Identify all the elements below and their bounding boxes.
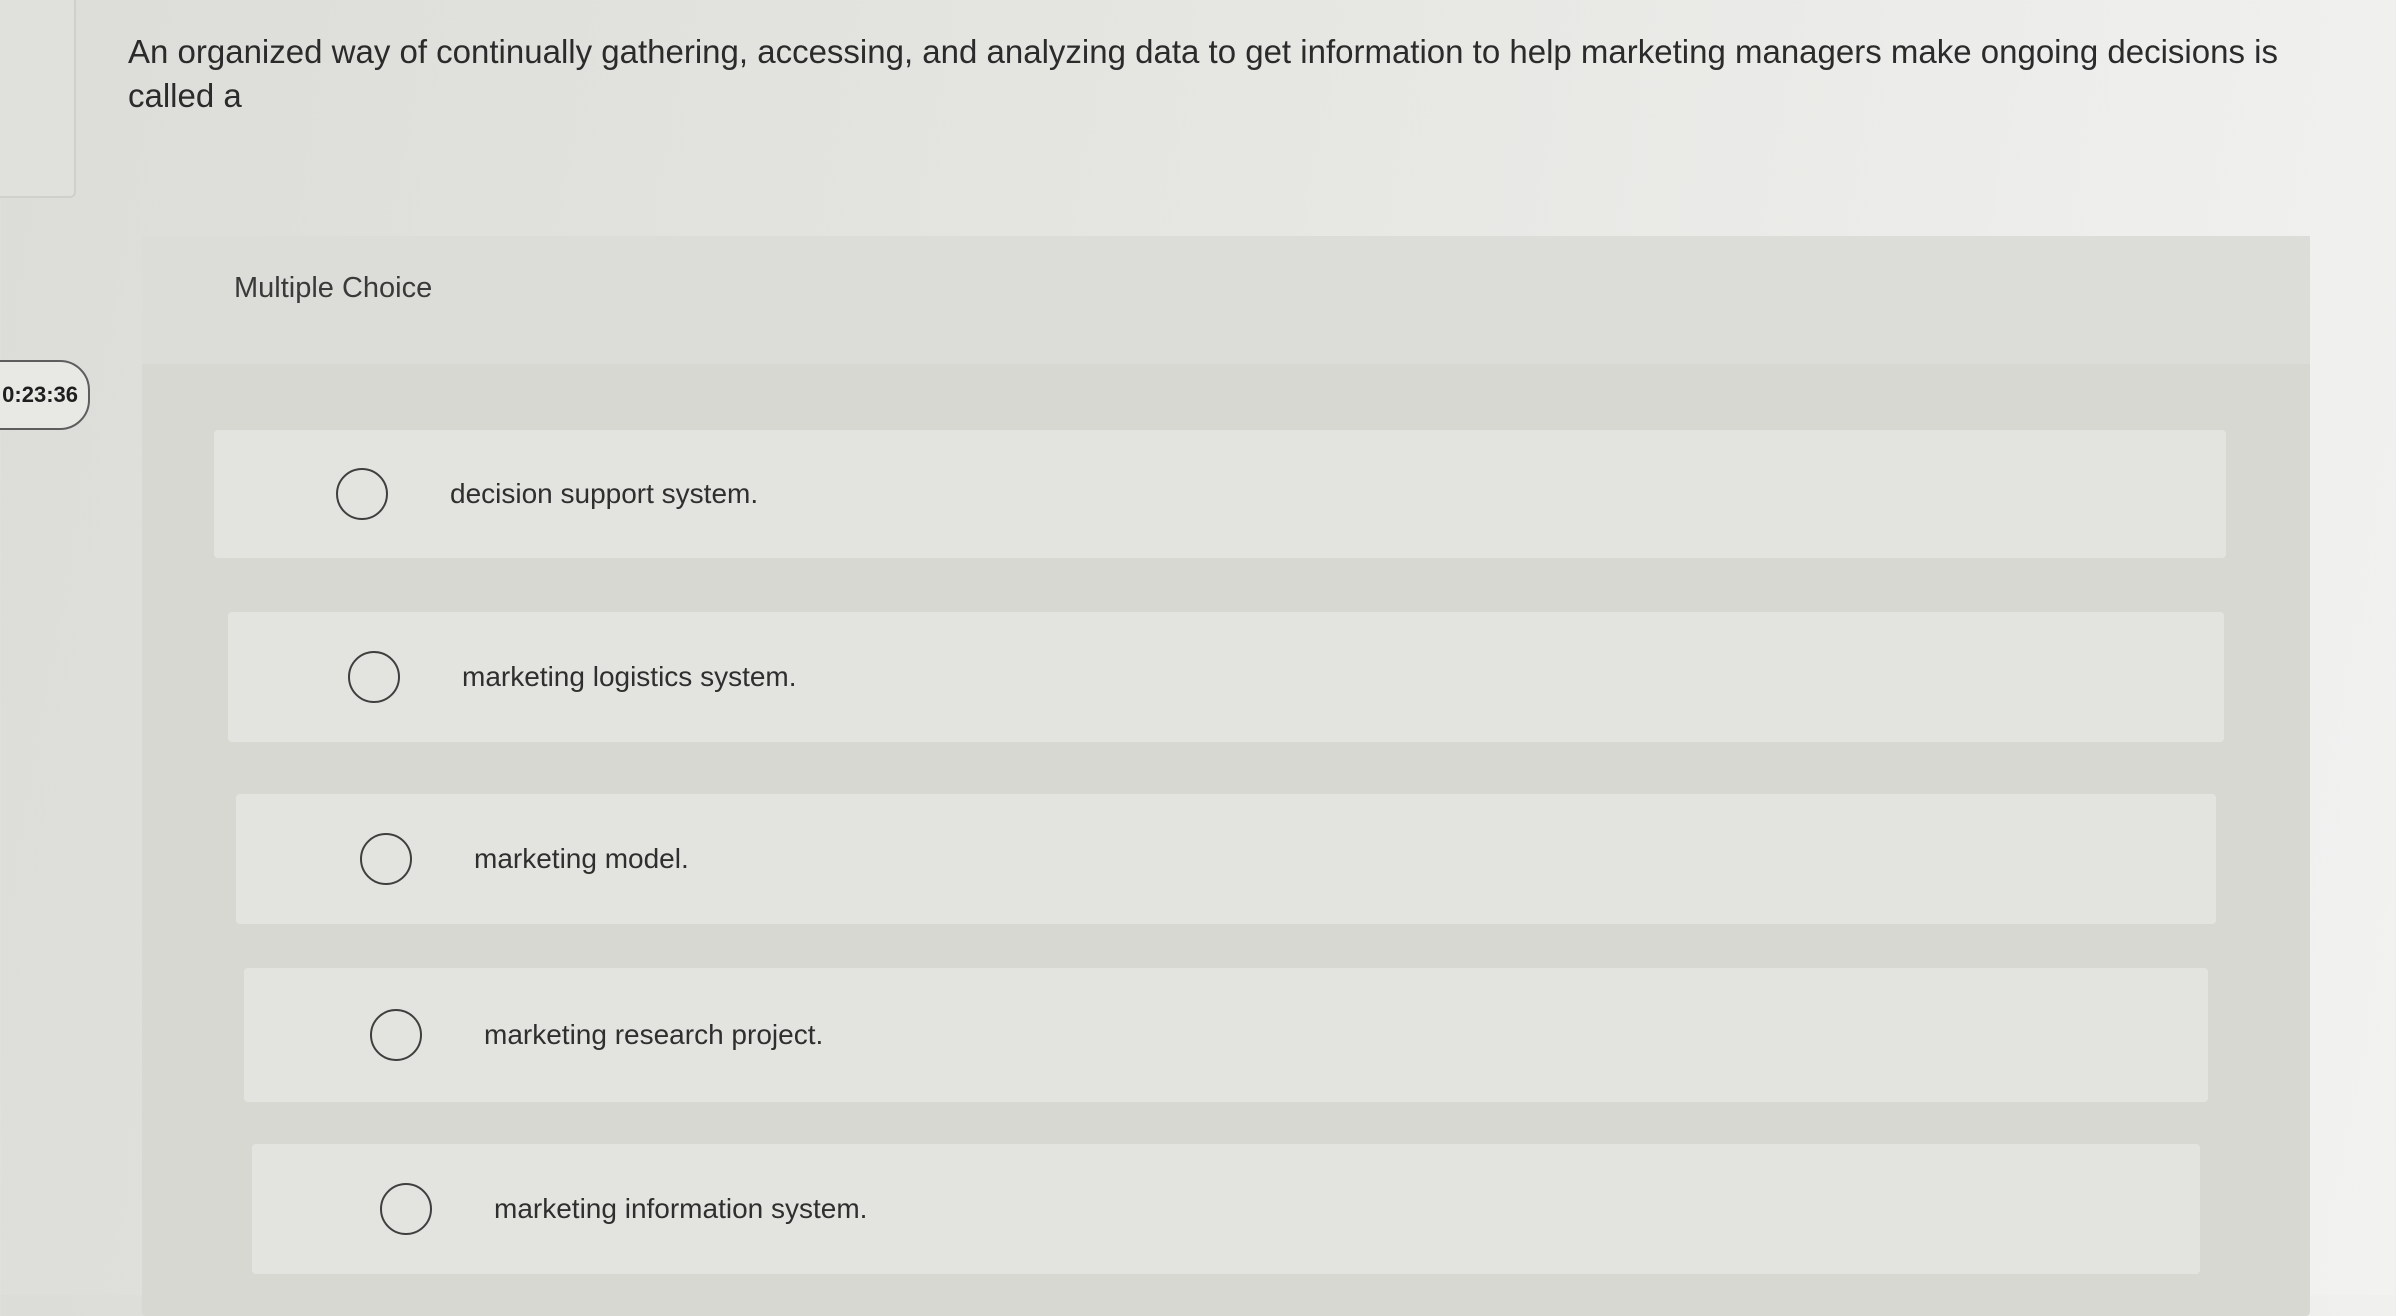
multiple-choice-panel: Multiple Choice decision support system.…	[142, 236, 2310, 1316]
answer-option-2[interactable]: marketing logistics system.	[228, 612, 2224, 742]
radio-button[interactable]	[336, 468, 388, 520]
answer-option-5[interactable]: marketing information system.	[252, 1144, 2200, 1274]
multiple-choice-label: Multiple Choice	[234, 272, 433, 304]
question-text: An organized way of continually gatherin…	[128, 33, 2278, 114]
answer-option-label: decision support system.	[450, 478, 759, 509]
timer-badge: 0:23:36	[0, 360, 90, 430]
answer-option-label: marketing information system.	[494, 1193, 868, 1224]
radio-button[interactable]	[380, 1183, 432, 1235]
progress-panel	[0, 0, 76, 198]
radio-button[interactable]	[370, 1009, 422, 1061]
answer-option-label: marketing model.	[474, 843, 689, 874]
answer-option-1[interactable]: decision support system.	[214, 430, 2226, 558]
answer-option-label: marketing research project.	[484, 1019, 824, 1050]
answer-option-label: marketing logistics system.	[462, 661, 797, 692]
multiple-choice-header	[142, 236, 2310, 364]
radio-button[interactable]	[360, 833, 412, 885]
timer-value: 0:23:36	[2, 382, 78, 407]
radio-button[interactable]	[348, 651, 400, 703]
answer-option-4[interactable]: marketing research project.	[244, 968, 2208, 1102]
answer-option-3[interactable]: marketing model.	[236, 794, 2216, 924]
